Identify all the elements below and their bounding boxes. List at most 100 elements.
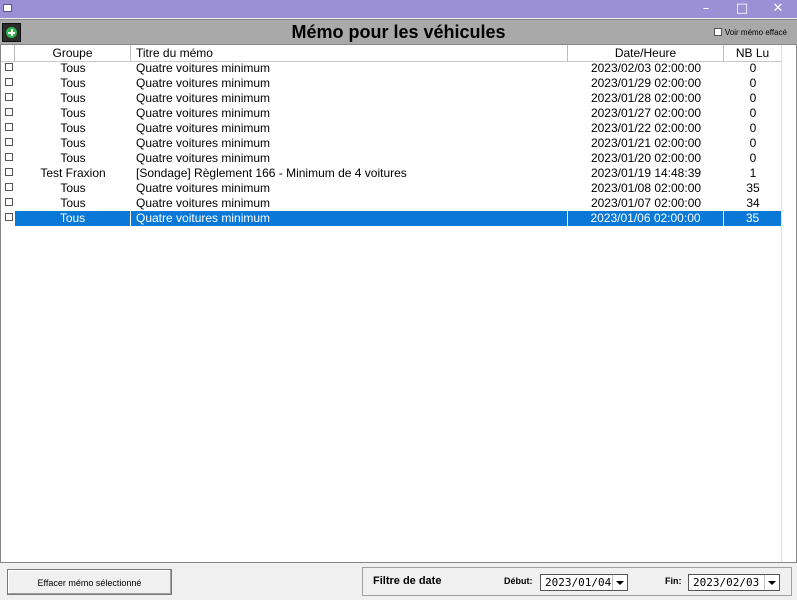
table-row[interactable]: Tous Quatre voitures minimum 2023/01/29 02… (1, 76, 782, 91)
row-checkbox[interactable] (5, 183, 13, 191)
row-title: Quatre voitures minimum (136, 151, 271, 165)
row-checkbox[interactable] (5, 123, 13, 131)
row-group: Tous (60, 106, 86, 120)
row-checkbox-cell (1, 211, 15, 226)
row-nb-lu: 0 (749, 76, 757, 90)
date-filter-group: Filtre de date Début: 2023/01/04 Fin: 20… (362, 567, 792, 596)
table-row[interactable]: Test Fraxion [Sondage] Règlement 166 - Mi… (1, 166, 782, 181)
row-title: Quatre voitures minimum (131, 211, 568, 226)
table-row[interactable]: Tous Quatre voitures minimum 2023/01/21 02… (1, 136, 782, 151)
row-datetime: 2023/01/27 02:00:00 (590, 106, 702, 120)
row-nb-lu: 0 (749, 106, 757, 120)
row-nb-lu: 0 (749, 136, 757, 150)
row-datetime: 2023/01/22 02:00:00 (590, 121, 702, 135)
end-date-label: Fin: (665, 576, 682, 586)
minimize-button[interactable]: – (688, 0, 724, 18)
row-group: Test Fraxion (40, 166, 106, 180)
row-title: Quatre voitures minimum (136, 196, 271, 210)
row-nb-lu: 35 (746, 181, 760, 195)
start-date-label: Début: (504, 576, 533, 586)
maximize-button[interactable]: □ (724, 0, 760, 18)
row-group: Tous (60, 196, 86, 210)
row-title: [Sondage] Règlement 166 - Minimum de 4 v… (136, 166, 407, 180)
table-row[interactable]: Tous Quatre voitures minimum 2023/01/27 02… (1, 106, 782, 121)
chevron-down-icon[interactable] (764, 575, 779, 590)
row-checkbox[interactable] (5, 138, 13, 146)
row-title: Quatre voitures minimum (136, 181, 271, 195)
end-date-value: 2023/02/03 (693, 576, 760, 589)
row-checkbox-cell (1, 91, 15, 106)
start-date-picker[interactable]: 2023/01/04 (540, 574, 628, 591)
show-deleted-label: Voir mémo effacé (724, 27, 787, 37)
vertical-scrollbar[interactable] (781, 45, 796, 562)
row-checkbox-cell (1, 76, 15, 91)
row-datetime: 2023/01/28 02:00:00 (590, 91, 702, 105)
row-datetime: 2023/02/03 02:00:00 (590, 61, 702, 75)
table-row[interactable]: Tous Quatre voitures minimum 2023/01/20 02… (1, 151, 782, 166)
row-title: Quatre voitures minimum (136, 61, 271, 75)
row-datetime: 2023/01/20 02:00:00 (590, 151, 702, 165)
memo-table[interactable]: Groupe Titre du mémo Date/Heure NB Lu To… (0, 44, 797, 563)
row-checkbox[interactable] (5, 93, 13, 101)
close-button[interactable]: ✕ (760, 0, 796, 18)
column-header-group[interactable]: Groupe (15, 45, 131, 61)
add-memo-button[interactable] (2, 23, 21, 42)
row-checkbox[interactable] (5, 198, 13, 206)
row-group: Tous (60, 136, 86, 150)
column-header-select (1, 45, 15, 61)
row-checkbox[interactable] (5, 153, 13, 161)
row-title: Quatre voitures minimum (136, 106, 271, 120)
row-title: Quatre voitures minimum (136, 136, 271, 150)
app-icon (3, 4, 12, 12)
row-checkbox[interactable] (5, 63, 13, 71)
row-checkbox[interactable] (5, 78, 13, 86)
row-nb-lu: 35 (724, 211, 782, 226)
table-row[interactable]: Tous Quatre voitures minimum 2023/01/07 02… (1, 196, 782, 211)
row-datetime: 2023/01/19 14:48:39 (590, 166, 702, 180)
start-date-value: 2023/01/04 (545, 576, 612, 589)
delete-selected-memo-button[interactable]: Effacer mémo sélectionné (7, 569, 172, 595)
row-checkbox-cell (1, 121, 15, 136)
show-deleted-toggle[interactable]: Voir mémo effacé (713, 26, 787, 38)
footer: Effacer mémo sélectionné Filtre de date … (0, 563, 797, 600)
row-datetime: 2023/01/06 02:00:00 (568, 211, 724, 226)
row-checkbox[interactable] (5, 108, 13, 116)
page-title: Mémo pour les véhicules (291, 22, 506, 42)
table-row[interactable]: Tous Quatre voitures minimum 2023/01/22 02… (1, 121, 782, 136)
row-checkbox-cell (1, 136, 15, 151)
show-deleted-checkbox[interactable] (713, 28, 722, 36)
table-row[interactable]: Tous Quatre voitures minimum 2023/01/08 02… (1, 181, 782, 196)
row-nb-lu: 34 (746, 196, 760, 210)
row-nb-lu: 0 (749, 91, 757, 105)
row-datetime: 2023/01/29 02:00:00 (590, 76, 702, 90)
row-nb-lu: 0 (749, 151, 757, 165)
add-icon (6, 27, 17, 38)
row-title: Quatre voitures minimum (136, 91, 271, 105)
table-header: Groupe Titre du mémo Date/Heure NB Lu (1, 45, 782, 62)
row-title: Quatre voitures minimum (136, 76, 271, 90)
row-group: Tous (60, 181, 86, 195)
row-nb-lu: 1 (749, 166, 757, 180)
table-row[interactable]: Tous Quatre voitures minimum 2023/01/06 02… (1, 211, 782, 226)
row-checkbox[interactable] (5, 213, 13, 221)
column-header-title[interactable]: Titre du mémo (131, 45, 568, 61)
row-checkbox-cell (1, 151, 15, 166)
row-checkbox-cell (1, 166, 15, 181)
chevron-down-icon[interactable] (612, 575, 627, 590)
row-group: Tous (60, 91, 86, 105)
end-date-picker[interactable]: 2023/02/03 (688, 574, 780, 591)
column-header-datetime[interactable]: Date/Heure (568, 45, 724, 61)
row-group: Tous (60, 76, 86, 90)
column-header-nb-lu[interactable]: NB Lu (724, 45, 782, 61)
row-group: Tous (60, 61, 86, 75)
memo-header: Mémo pour les véhicules Voir mémo effacé (0, 19, 797, 45)
table-row[interactable]: Tous Quatre voitures minimum 2023/01/28 02… (1, 91, 782, 106)
row-nb-lu: 0 (749, 61, 757, 75)
row-datetime: 2023/01/08 02:00:00 (590, 181, 702, 195)
window-title-bar: – □ ✕ (0, 0, 797, 18)
row-checkbox-cell (1, 196, 15, 211)
row-checkbox[interactable] (5, 168, 13, 176)
row-checkbox-cell (1, 106, 15, 121)
table-row[interactable]: Tous Quatre voitures minimum 2023/02/03 02… (1, 61, 782, 76)
row-datetime: 2023/01/07 02:00:00 (590, 196, 702, 210)
